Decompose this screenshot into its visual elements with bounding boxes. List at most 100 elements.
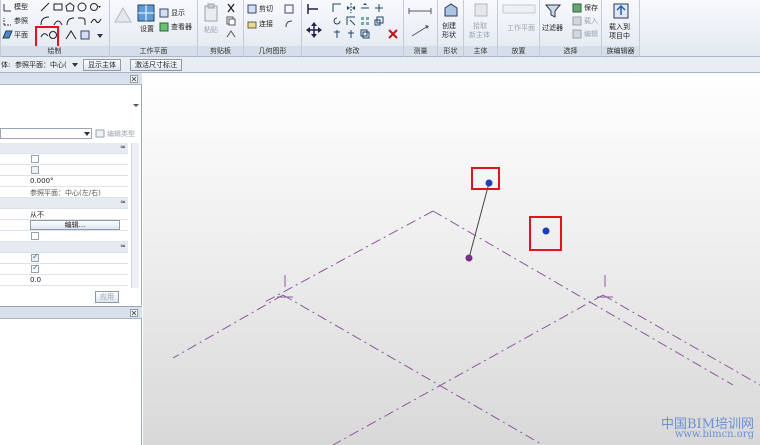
dimension-icon[interactable]	[410, 24, 430, 38]
cut-icon[interactable]	[226, 3, 236, 13]
point-element-right[interactable]	[542, 227, 550, 235]
property-row[interactable]	[0, 165, 128, 176]
apply-button[interactable]: 应用	[95, 291, 119, 303]
property-row[interactable]	[0, 263, 128, 275]
array-icon[interactable]	[360, 16, 370, 26]
plane-icon[interactable]	[2, 30, 13, 39]
move-icon[interactable]	[306, 22, 322, 38]
paste-icon[interactable]	[203, 3, 219, 23]
unpin-icon[interactable]	[346, 29, 356, 39]
polygon-icon[interactable]	[65, 2, 75, 12]
viewer-icon[interactable]	[159, 22, 169, 32]
shape-label[interactable]: 形状	[442, 31, 456, 40]
property-row[interactable]: 0.000°	[0, 176, 128, 187]
create-form-icon[interactable]	[443, 2, 459, 18]
project-label[interactable]: 项目中	[609, 32, 630, 41]
close-icon[interactable]	[130, 309, 138, 317]
workplane-dropdown-icon[interactable]	[72, 62, 79, 68]
property-row[interactable]: 参照平面：中心(左/右)	[0, 187, 128, 198]
delete-icon[interactable]	[388, 29, 398, 39]
trim-icon[interactable]	[346, 16, 356, 26]
reference-plane-line[interactable]	[432, 210, 734, 386]
geometry-extra2-icon[interactable]	[284, 19, 296, 29]
property-row[interactable]: 从不	[0, 209, 128, 220]
ref-line-icon[interactable]	[3, 17, 13, 26]
model-label[interactable]: 模型	[14, 3, 28, 12]
edit-type-label[interactable]: 编辑类型	[107, 130, 135, 139]
angle-value[interactable]: 0.000°	[30, 177, 54, 185]
filter-label[interactable]: 过滤器	[542, 24, 563, 33]
viewer-label[interactable]: 查看器	[171, 23, 192, 32]
tangent-arc-icon[interactable]	[65, 16, 75, 26]
spline-icon[interactable]	[90, 16, 102, 26]
reference-plane-value[interactable]: 参照平面：中心(左/右)	[30, 188, 101, 198]
plane-label[interactable]: 平面	[14, 31, 28, 40]
offset-icon[interactable]	[332, 3, 342, 13]
pin-icon[interactable]	[332, 29, 342, 39]
point-element-top[interactable]	[485, 179, 493, 187]
property-group-header[interactable]	[0, 198, 128, 209]
measure-icon[interactable]	[408, 6, 432, 16]
property-checkbox[interactable]	[31, 232, 39, 240]
save-label[interactable]: 保存	[584, 4, 598, 13]
close-icon[interactable]	[130, 75, 138, 83]
collapse-chevron-icon[interactable]: ≈	[120, 143, 126, 152]
copy-modify-icon[interactable]	[360, 29, 370, 39]
properties-scrollbar[interactable]	[131, 143, 139, 288]
geometry-extra-icon[interactable]	[284, 4, 296, 14]
filter-icon[interactable]	[545, 3, 561, 19]
fillet-arc-icon[interactable]	[77, 16, 87, 26]
show-host-button[interactable]: 显示主体	[83, 59, 121, 71]
never-value[interactable]: 从不	[30, 210, 44, 220]
arc-icon[interactable]	[40, 16, 50, 26]
property-row[interactable]	[0, 231, 128, 242]
edit-type-icon[interactable]	[95, 129, 105, 138]
rectangle-icon[interactable]	[53, 2, 63, 12]
show-label[interactable]: 显示	[171, 9, 185, 18]
copy-icon[interactable]	[226, 16, 236, 26]
reference-label[interactable]: 参照	[14, 17, 28, 26]
paste-label[interactable]: 粘贴	[204, 26, 218, 35]
property-row[interactable]: 编辑...	[0, 220, 128, 231]
cut-geometry-label[interactable]: 剪切	[259, 5, 273, 14]
model-line-icon[interactable]	[3, 3, 13, 12]
drawing-canvas[interactable]: 中国BIM培训网 www.bimcn.org	[143, 73, 760, 445]
arc-center-icon[interactable]	[53, 16, 63, 26]
edit-button[interactable]: 编辑...	[30, 220, 120, 230]
activate-dimensions-button[interactable]: 激活尺寸标注	[130, 59, 182, 71]
reference-plane-line[interactable]	[282, 294, 544, 445]
reference-plane-line[interactable]	[602, 294, 760, 386]
scale-icon[interactable]	[374, 16, 384, 26]
load-into-label[interactable]: 载入到	[609, 23, 630, 32]
zero-value[interactable]: 0.0	[30, 276, 41, 284]
split-icon[interactable]	[374, 3, 384, 13]
dropdown-icon[interactable]	[90, 2, 102, 12]
circle-icon[interactable]	[77, 2, 87, 12]
edit-selection-icon[interactable]	[572, 29, 582, 39]
pick-lines-icon[interactable]	[65, 30, 77, 40]
instance-selector[interactable]	[0, 128, 92, 139]
type-selector-arrow-icon[interactable]	[133, 103, 139, 108]
model-line[interactable]	[468, 182, 490, 259]
line-icon[interactable]	[40, 2, 50, 12]
load-selection-icon[interactable]	[572, 16, 582, 26]
save-selection-icon[interactable]	[572, 3, 582, 13]
draw-more-icon[interactable]	[96, 30, 104, 40]
property-checkbox-checked[interactable]	[31, 263, 39, 273]
set-label[interactable]: 设置	[140, 25, 154, 34]
point-element-purple[interactable]	[465, 254, 473, 262]
property-group-header[interactable]	[0, 242, 128, 253]
property-group-header[interactable]	[0, 143, 128, 154]
align-icon[interactable]	[306, 3, 320, 15]
match-icon[interactable]	[226, 29, 236, 39]
property-row[interactable]	[0, 154, 128, 165]
join-geometry-icon[interactable]	[247, 19, 257, 29]
set-workplane-icon[interactable]	[137, 4, 155, 22]
workplane-select[interactable]: 参照平面：中心(	[15, 61, 75, 70]
instance-dropdown-icon[interactable]	[84, 131, 91, 137]
collapse-chevron-icon[interactable]: ≈	[120, 242, 126, 251]
reference-plane-line[interactable]	[172, 294, 284, 359]
pick-faces-icon[interactable]	[80, 30, 92, 40]
collapse-chevron-icon[interactable]: ≈	[120, 198, 126, 207]
property-checkbox[interactable]	[31, 155, 39, 163]
